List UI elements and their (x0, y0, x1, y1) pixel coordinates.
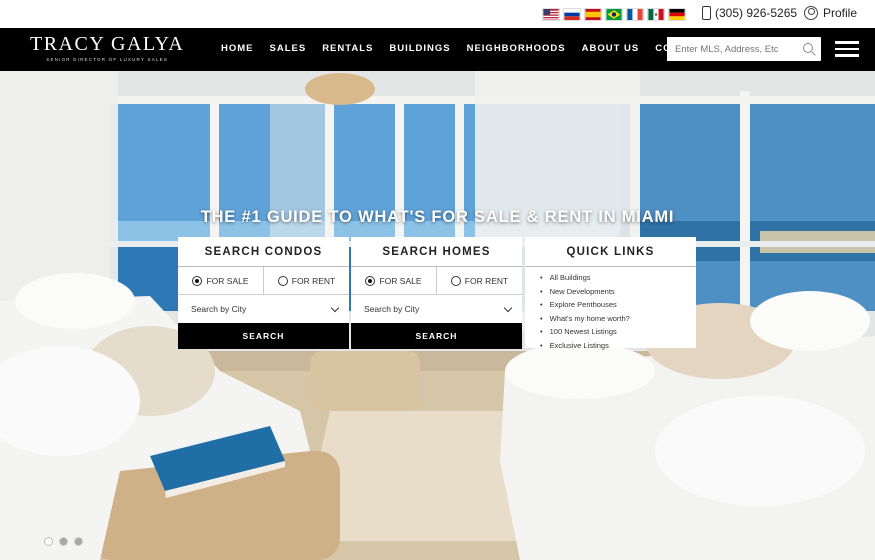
spain-flag-icon[interactable] (584, 8, 602, 21)
chevron-down-icon (503, 303, 513, 312)
slider-dot-active[interactable] (44, 537, 53, 546)
quick-link-all-buildings[interactable]: All Buildings (540, 271, 696, 285)
condos-city-select-value: Search by City (191, 304, 247, 314)
germany-flag-icon[interactable] (668, 8, 686, 21)
quick-links-list: All Buildings New Developments Explore P… (525, 267, 696, 352)
condos-for-rent-option[interactable]: FOR RENT (264, 267, 349, 294)
homes-city-select-value: Search by City (364, 304, 420, 314)
phone-number: (305) 926-5265 (715, 6, 798, 20)
phone-link[interactable]: (305) 926-5265 (702, 6, 797, 20)
logo-tagline: SENIOR DIRECTOR OF LUXURY SALES (46, 57, 169, 62)
phone-icon (702, 6, 711, 20)
quick-link-explore-penthouses[interactable]: Explore Penthouses (540, 298, 696, 312)
nav-link-rentals[interactable]: RENTALS (322, 43, 373, 54)
chevron-down-icon (330, 303, 340, 312)
hero-section: THE #1 GUIDE TO WHAT'S FOR SALE & RENT I… (0, 71, 875, 560)
nav-link-neighborhoods[interactable]: NEIGHBORHOODS (467, 43, 566, 54)
condos-search-button[interactable]: SEARCH (178, 323, 349, 349)
homes-search-button[interactable]: SEARCH (351, 323, 522, 349)
radio-selected-icon (192, 275, 203, 286)
homes-sale-rent-toggle: FOR SALE FOR RENT (351, 267, 522, 295)
condos-sale-rent-toggle: FOR SALE FOR RENT (178, 267, 349, 295)
us-flag-icon[interactable] (542, 8, 560, 21)
language-flags (542, 8, 686, 21)
slider-dot[interactable] (59, 537, 68, 546)
slider-pagination (44, 537, 83, 546)
mexico-flag-icon[interactable] (647, 8, 665, 21)
search-homes-title: SEARCH HOMES (351, 237, 522, 267)
condos-city-select[interactable]: Search by City (178, 295, 349, 323)
nav-link-sales[interactable]: SALES (270, 43, 307, 54)
quick-link-new-developments[interactable]: New Developments (540, 285, 696, 299)
brazil-flag-icon[interactable] (605, 8, 623, 21)
site-logo[interactable]: TRACY GALYA SENIOR DIRECTOR OF LUXURY SA… (30, 34, 184, 62)
radio-unselected-icon (277, 275, 288, 286)
condos-for-rent-label: FOR RENT (291, 275, 336, 286)
hamburger-menu-icon[interactable] (835, 41, 859, 57)
profile-link[interactable]: Profile (804, 6, 857, 20)
france-flag-icon[interactable] (626, 8, 644, 21)
homes-for-sale-label: FOR SALE (379, 275, 422, 286)
hero-headline: THE #1 GUIDE TO WHAT'S FOR SALE & RENT I… (200, 208, 675, 226)
radio-selected-icon (365, 275, 376, 286)
radio-unselected-icon (450, 275, 461, 286)
condos-for-sale-label: FOR SALE (206, 275, 249, 286)
user-icon (804, 6, 818, 20)
search-icon[interactable] (803, 43, 813, 53)
homes-city-select[interactable]: Search by City (351, 295, 522, 323)
homes-for-rent-label: FOR RENT (464, 275, 509, 286)
profile-label: Profile (823, 6, 858, 20)
slider-dot[interactable] (74, 537, 83, 546)
search-condos-title: SEARCH CONDOS (178, 237, 349, 267)
quick-links-title: QUICK LINKS (525, 237, 696, 267)
quick-link-home-worth[interactable]: What's my home worth? (540, 312, 696, 326)
nav-link-buildings[interactable]: BUILDINGS (389, 43, 450, 54)
search-input[interactable] (667, 37, 795, 61)
search-homes-panel: SEARCH HOMES FOR SALE FOR RENT Search by… (351, 237, 522, 349)
homes-for-sale-option[interactable]: FOR SALE (351, 267, 437, 294)
homes-for-rent-option[interactable]: FOR RENT (437, 267, 522, 294)
nav-link-about-us[interactable]: ABOUT US (582, 43, 640, 54)
search-condos-panel: SEARCH CONDOS FOR SALE FOR RENT Search b… (178, 237, 349, 349)
top-utility-bar: (305) 926-5265 Profile (0, 0, 875, 28)
logo-name: TRACY GALYA (30, 33, 185, 55)
main-navbar: TRACY GALYA SENIOR DIRECTOR OF LUXURY SA… (0, 28, 875, 71)
primary-nav: HOME SALES RENTALS BUILDINGS NEIGHBORHOO… (221, 43, 724, 54)
russia-flag-icon[interactable] (563, 8, 581, 21)
site-search (667, 37, 821, 61)
quick-link-newest-listings[interactable]: 100 Newest Listings (540, 325, 696, 339)
nav-link-home[interactable]: HOME (221, 43, 254, 54)
condos-for-sale-option[interactable]: FOR SALE (178, 267, 264, 294)
quick-link-exclusive-listings[interactable]: Exclusive Listings (540, 339, 696, 353)
quick-links-panel: QUICK LINKS All Buildings New Developmen… (525, 237, 696, 350)
